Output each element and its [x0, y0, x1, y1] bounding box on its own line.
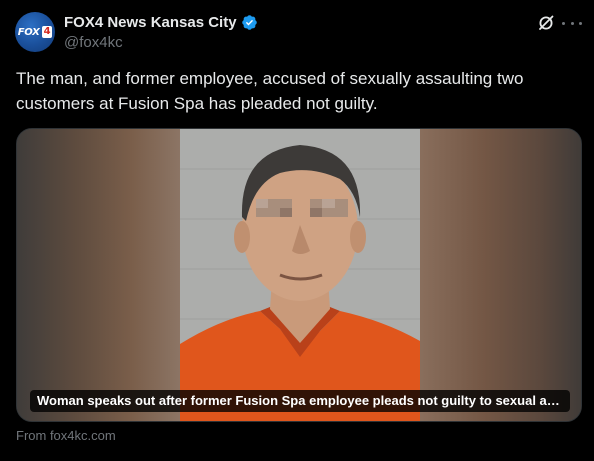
display-name[interactable]: FOX4 News Kansas City — [64, 14, 237, 31]
more-options-icon[interactable] — [562, 14, 582, 32]
blurred-edge-left — [17, 129, 180, 421]
avatar[interactable]: FOX 4 — [15, 12, 55, 52]
grok-icon[interactable] — [537, 14, 555, 32]
name-row: FOX4 News Kansas City — [64, 12, 258, 32]
blurred-edge-right — [418, 129, 581, 421]
verified-badge-icon[interactable] — [241, 14, 258, 31]
fox4-logo: FOX 4 — [17, 25, 53, 39]
post-card[interactable]: FOX 4 FOX4 News Kansas City @fox4kc The … — [0, 0, 594, 461]
media-card[interactable]: Woman speaks out after former Fusion Spa… — [16, 128, 582, 422]
mugshot-image — [180, 129, 420, 421]
media-caption: Woman speaks out after former Fusion Spa… — [30, 390, 570, 412]
logo-text: FOX — [17, 26, 40, 38]
account-handle[interactable]: @fox4kc — [64, 34, 123, 51]
link-source[interactable]: From fox4kc.com — [16, 428, 116, 443]
post-text: The man, and former employee, accused of… — [16, 69, 524, 113]
logo-number: 4 — [41, 26, 53, 38]
